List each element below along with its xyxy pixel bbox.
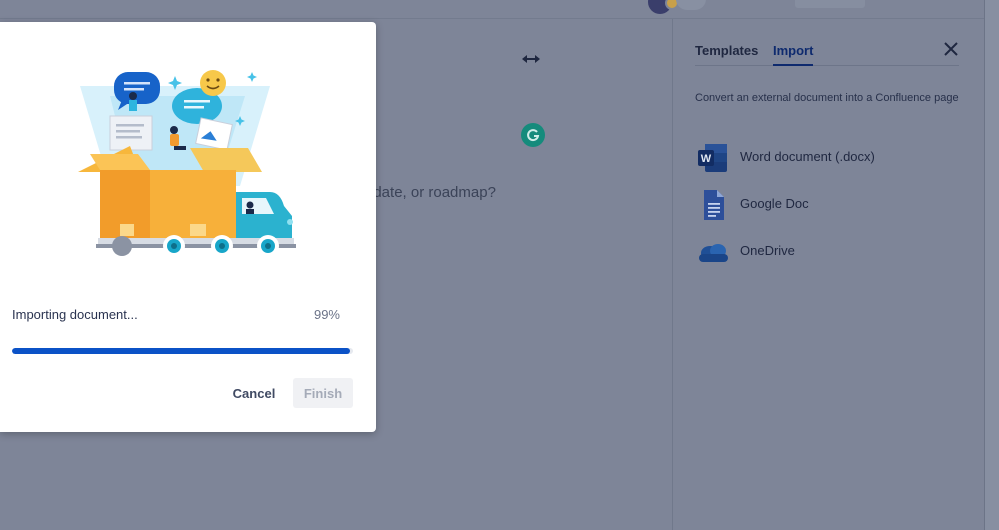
import-progress-dialog: Importing document... 99% Cancel Finish [0,22,376,432]
window-edge [984,0,999,530]
import-option-label: Word document (.docx) [740,149,875,164]
close-icon[interactable] [941,39,961,59]
svg-text:W: W [701,153,712,165]
grammarly-icon[interactable] [521,123,545,147]
import-option-label: Google Doc [740,196,809,211]
import-option-label: OneDrive [740,243,795,258]
google-doc-icon [697,189,729,221]
import-description: Convert an external document into a Conf… [695,92,959,104]
delivery-truck-box-illustration [70,66,310,266]
word-icon: W [697,142,729,174]
progress-percent: 99% [313,307,340,322]
templates-import-panel: Templates Import Convert an external doc… [672,19,984,530]
import-option-word[interactable]: W Word document (.docx) [695,140,955,176]
onedrive-icon [697,236,729,268]
import-option-google-doc[interactable]: Google Doc [695,187,955,223]
expand-width-icon[interactable] [519,51,543,67]
import-status-text: Importing document... [12,307,138,322]
progress-bar [12,348,353,354]
cancel-button[interactable]: Cancel [224,378,284,408]
finish-button[interactable]: Finish [293,378,353,408]
tab-templates[interactable]: Templates [695,43,758,58]
progress-bar-fill [12,348,350,354]
import-option-onedrive[interactable]: OneDrive [695,234,955,270]
tab-import[interactable]: Import [773,43,814,66]
panel-tabs: Templates Import [695,41,959,66]
toolbar-button[interactable] [795,0,865,8]
top-toolbar [0,0,984,19]
avatar-group[interactable] [676,0,706,10]
